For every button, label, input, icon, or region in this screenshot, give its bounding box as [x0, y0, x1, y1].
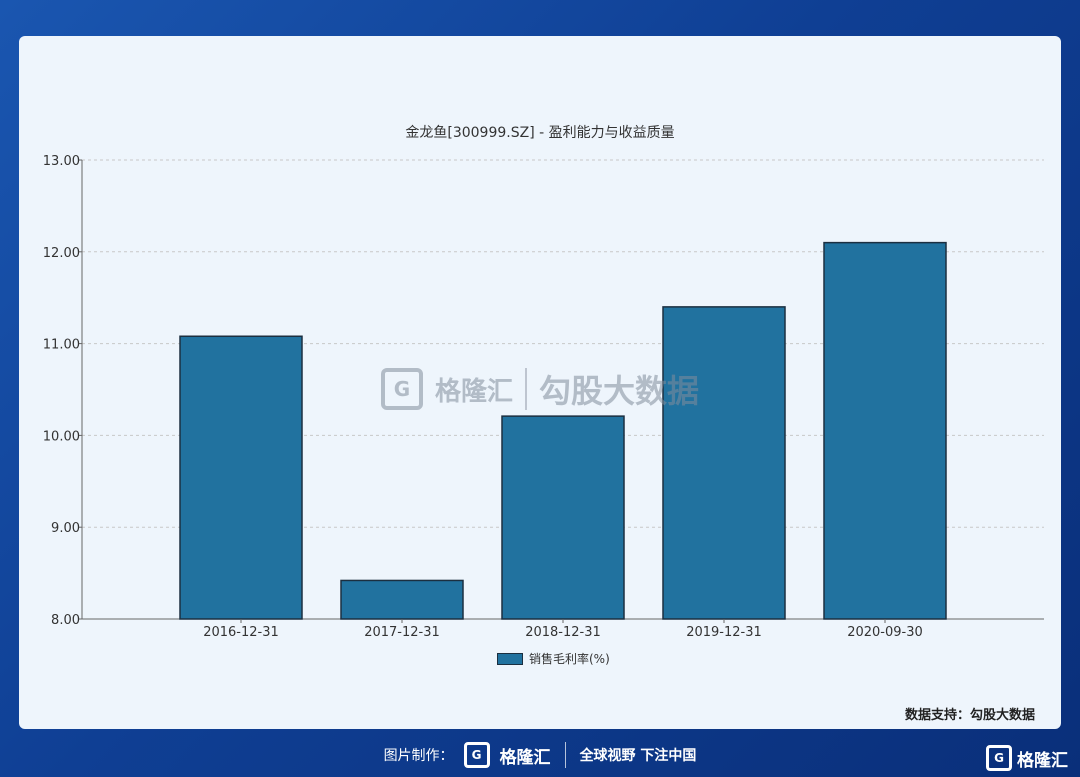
x-tick-label: 2018-12-31 — [525, 625, 601, 640]
bar — [662, 306, 786, 620]
corner-logo: G 格隆汇 — [986, 745, 1068, 771]
footer-bar: 图片制作： G 格隆汇 全球视野 下注中国 — [0, 738, 1080, 772]
x-tick-label: 2016-12-31 — [203, 625, 279, 640]
bar — [340, 579, 464, 620]
y-tick-label: 9.00 — [51, 521, 80, 536]
data-support-text: 数据支持：勾股大数据 — [904, 708, 1035, 723]
gelonghui-logo-icon: G — [381, 368, 423, 410]
bar — [179, 335, 303, 620]
y-tick-label: 10.00 — [43, 429, 80, 444]
y-tick-label: 12.00 — [43, 246, 80, 261]
x-tick-label: 2019-12-31 — [686, 625, 762, 640]
corner-logo-name: 格隆汇 — [1017, 750, 1068, 771]
footer-divider — [564, 742, 566, 768]
watermark-name: 格隆汇 — [435, 376, 514, 407]
bar — [823, 241, 947, 620]
watermark-divider — [525, 368, 528, 410]
bar — [501, 415, 625, 620]
legend-swatch — [497, 652, 523, 665]
footer-label: 图片制作： — [383, 748, 454, 764]
y-tick-label: 8.00 — [51, 613, 80, 628]
gelonghui-logo-icon: G — [986, 745, 1012, 771]
footer-slogan: 全球视野 下注中国 — [579, 748, 697, 764]
x-tick-label: 2017-12-31 — [364, 625, 440, 640]
y-tick-label: 11.00 — [43, 338, 80, 353]
chart-legend: 销售毛利率(%) — [497, 650, 610, 667]
watermark: G 格隆汇 勾股大数据 — [381, 366, 699, 412]
watermark-data-brand: 勾股大数据 — [539, 372, 700, 410]
y-tick-label: 13.00 — [43, 154, 80, 169]
legend-label: 销售毛利率(%) — [529, 652, 610, 666]
footer-logo-name: 格隆汇 — [499, 747, 551, 768]
gelonghui-logo-icon: G — [463, 742, 490, 768]
chart-card: 金龙鱼[300999.SZ] - 盈利能力与收益质量 8.00 9.00 10.00… — [19, 36, 1061, 729]
x-tick-label: 2020-09-30 — [847, 625, 923, 640]
